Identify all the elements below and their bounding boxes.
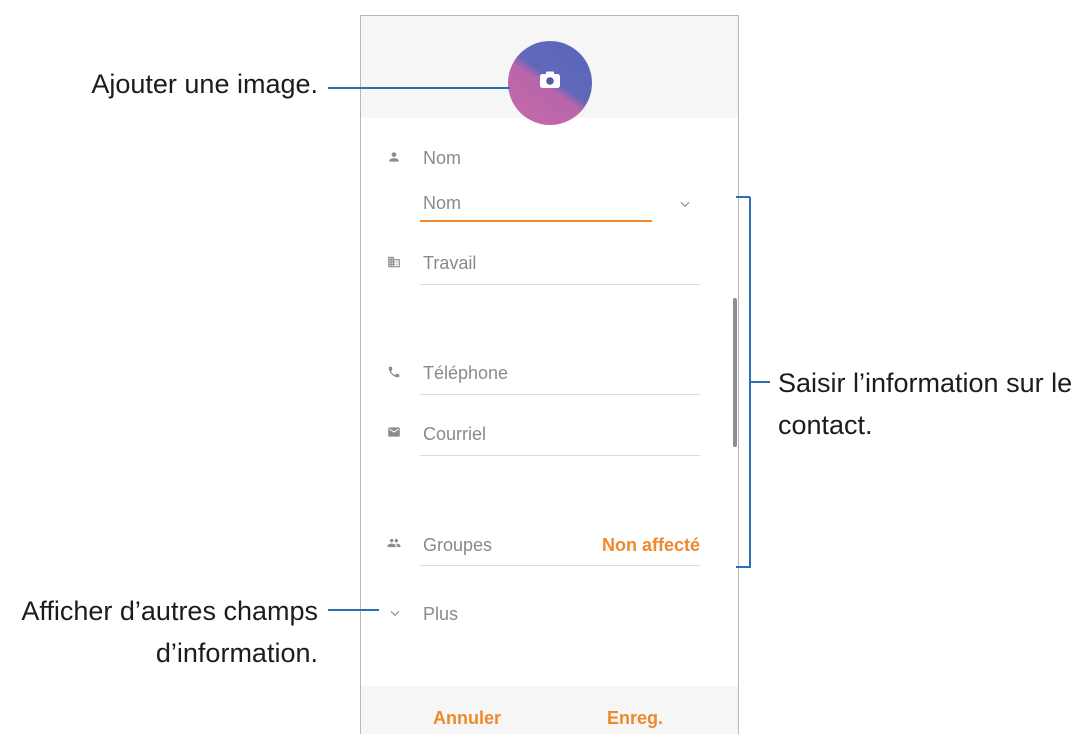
callout-line-add-image (328, 87, 510, 89)
contact-editor-screen: Nom Groupes Non affecté Plus Annuler Enr… (360, 15, 739, 734)
groups-label: Groupes (423, 534, 493, 555)
person-icon (387, 150, 401, 164)
work-input[interactable] (420, 249, 700, 285)
cancel-button[interactable]: Annuler (407, 703, 527, 733)
envelope-icon (387, 425, 401, 439)
callout-add-image: Ajouter une image. (91, 69, 318, 99)
camera-icon (540, 71, 560, 88)
chevron-down-icon (388, 606, 402, 620)
save-button[interactable]: Enreg. (575, 703, 695, 733)
building-icon (387, 255, 401, 269)
chevron-down-icon[interactable] (678, 197, 692, 211)
groups-icon (386, 536, 402, 550)
callout-bracket-bottom-tick (736, 566, 750, 568)
callout-bracket-top-tick (736, 196, 750, 198)
more-fields-button[interactable]: Plus (381, 600, 501, 628)
callout-more-fields-line2: d’information. (155, 638, 318, 668)
callout-line-more-fields (328, 609, 379, 611)
callout-contact-info-line2: contact. (778, 410, 873, 440)
name-input[interactable] (420, 186, 652, 222)
groups-selector[interactable]: Groupes Non affecté (420, 530, 700, 566)
phone-icon (387, 365, 401, 379)
email-input[interactable] (420, 420, 700, 456)
phone-input[interactable] (420, 359, 700, 395)
groups-value: Non affecté (601, 534, 700, 555)
callout-contact-info-line1: Saisir l’information sur le (778, 368, 1073, 398)
add-image-avatar[interactable] (508, 41, 592, 125)
name-section-label: Nom (423, 148, 462, 168)
more-fields-label: Plus (423, 604, 459, 624)
callout-more-fields-line1: Afficher d’autres champs (21, 596, 318, 626)
callout-line-contact-info (750, 381, 770, 383)
action-bar: Annuler Enreg. (361, 686, 738, 734)
scrollbar[interactable] (733, 298, 737, 447)
